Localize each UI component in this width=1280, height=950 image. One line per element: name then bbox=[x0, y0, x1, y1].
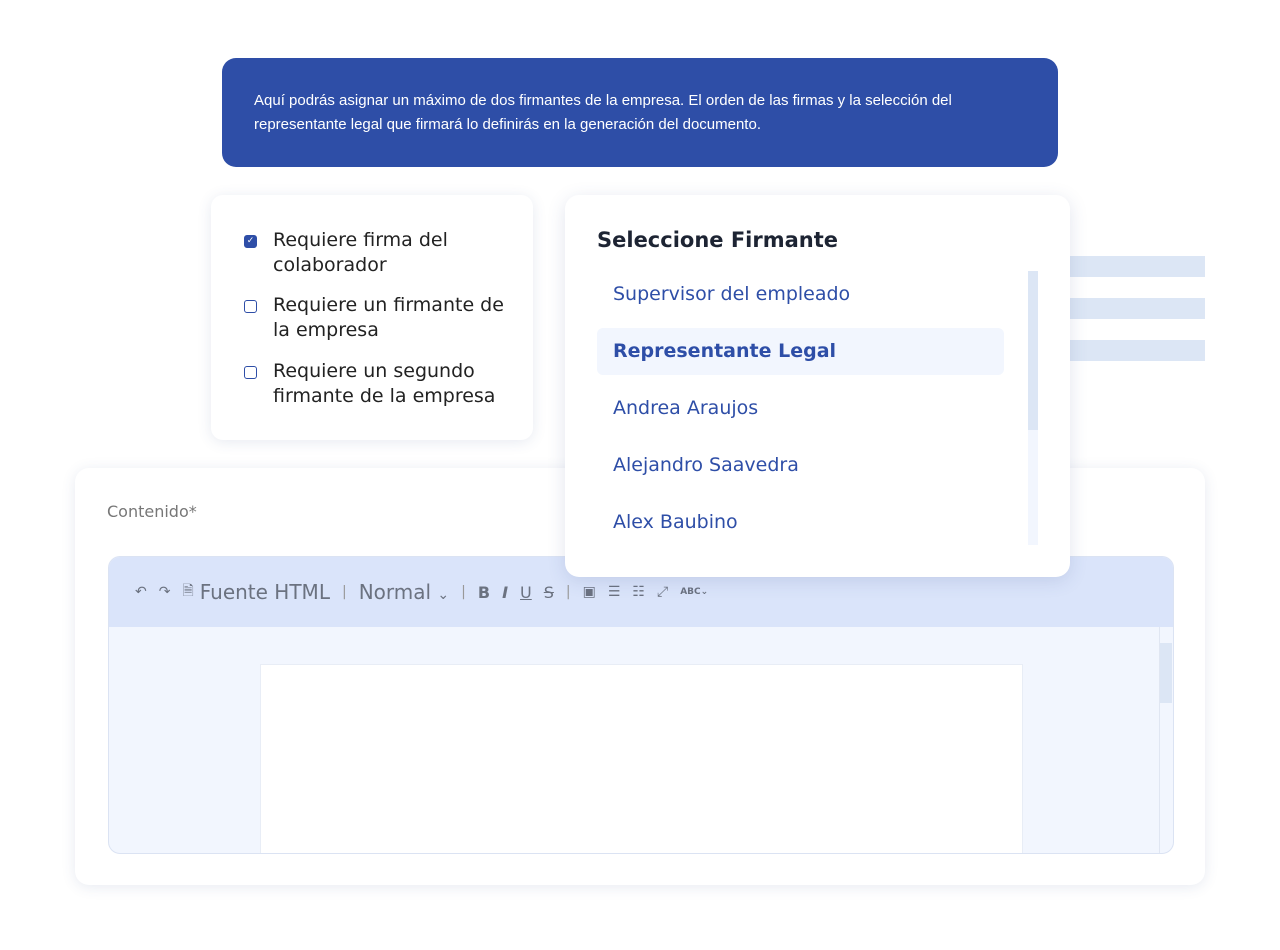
format-select[interactable]: Normal ⌄ bbox=[359, 580, 449, 604]
content-label: Contenido* bbox=[107, 502, 197, 521]
spellcheck-button[interactable]: ABC⌄ bbox=[680, 587, 708, 597]
signer-option[interactable]: Supervisor del empleado bbox=[597, 271, 1004, 318]
decorative-line bbox=[1070, 298, 1205, 319]
option-label: Requiere firma del colaborador bbox=[273, 229, 448, 276]
signer-option[interactable]: Alex Baubino bbox=[597, 499, 1004, 546]
numbered-list-icon[interactable]: ☰ bbox=[608, 584, 621, 600]
chevron-down-icon: ⌄ bbox=[437, 587, 450, 603]
info-banner-text: Aquí podrás asignar un máximo de dos fir… bbox=[254, 92, 952, 133]
checkbox[interactable] bbox=[244, 366, 257, 379]
redo-icon[interactable]: ↷ bbox=[159, 584, 171, 600]
decorative-line bbox=[1070, 256, 1205, 277]
source-html-button[interactable]: 🗎 Fuente HTML bbox=[182, 580, 330, 604]
checkbox[interactable] bbox=[244, 300, 257, 313]
scrollbar-thumb[interactable] bbox=[1028, 271, 1038, 430]
bulleted-list-icon[interactable]: ☷ bbox=[632, 584, 645, 600]
image-icon[interactable]: ▣ bbox=[583, 584, 596, 600]
checkbox-checked[interactable]: ✓ bbox=[244, 235, 257, 248]
italic-button[interactable]: I bbox=[502, 583, 508, 602]
signer-option[interactable]: Alejandro Saavedra bbox=[597, 442, 1004, 489]
strikethrough-button[interactable]: S bbox=[544, 583, 554, 602]
divider: | bbox=[341, 584, 347, 600]
format-value: Normal bbox=[358, 580, 432, 604]
signer-dropdown: Seleccione Firmante Supervisor del emple… bbox=[565, 195, 1070, 577]
editor-scrollbar[interactable] bbox=[1159, 627, 1172, 853]
document-page[interactable] bbox=[260, 664, 1023, 853]
option-second-company-signer[interactable]: Requiere un segundo firmante de la empre… bbox=[244, 359, 524, 409]
undo-icon[interactable]: ↶ bbox=[135, 584, 147, 600]
file-code-icon: 🗎 bbox=[182, 583, 194, 599]
scrollbar-thumb[interactable] bbox=[1160, 643, 1172, 703]
divider: | bbox=[461, 584, 466, 600]
fullscreen-icon[interactable]: ⤢ bbox=[657, 584, 668, 600]
option-label: Requiere un firmante de la empresa bbox=[273, 294, 504, 341]
source-html-label: Fuente HTML bbox=[199, 580, 330, 604]
decorative-line bbox=[1070, 340, 1205, 361]
info-banner: Aquí podrás asignar un máximo de dos fir… bbox=[222, 58, 1058, 167]
option-company-signer[interactable]: Requiere un firmante de la empresa bbox=[244, 293, 524, 343]
rich-text-editor: ↶ ↷ 🗎 Fuente HTML | Normal ⌄ | B I U S | … bbox=[108, 556, 1174, 854]
dropdown-scrollbar[interactable] bbox=[1028, 271, 1038, 545]
bold-button[interactable]: B bbox=[478, 583, 490, 602]
signer-option-selected[interactable]: Representante Legal bbox=[597, 328, 1004, 375]
option-employee-signature[interactable]: ✓ Requiere firma del colaborador bbox=[244, 228, 524, 278]
underline-button[interactable]: U bbox=[520, 583, 532, 602]
signature-options-card: ✓ Requiere firma del colaborador Requiere… bbox=[211, 195, 533, 440]
divider: | bbox=[565, 584, 571, 600]
dropdown-title: Seleccione Firmante bbox=[597, 228, 839, 252]
spellcheck-label: ABC bbox=[680, 587, 701, 597]
option-label: Requiere un segundo firmante de la empre… bbox=[273, 360, 496, 407]
signer-option[interactable]: Andrea Araujos bbox=[597, 385, 1004, 432]
